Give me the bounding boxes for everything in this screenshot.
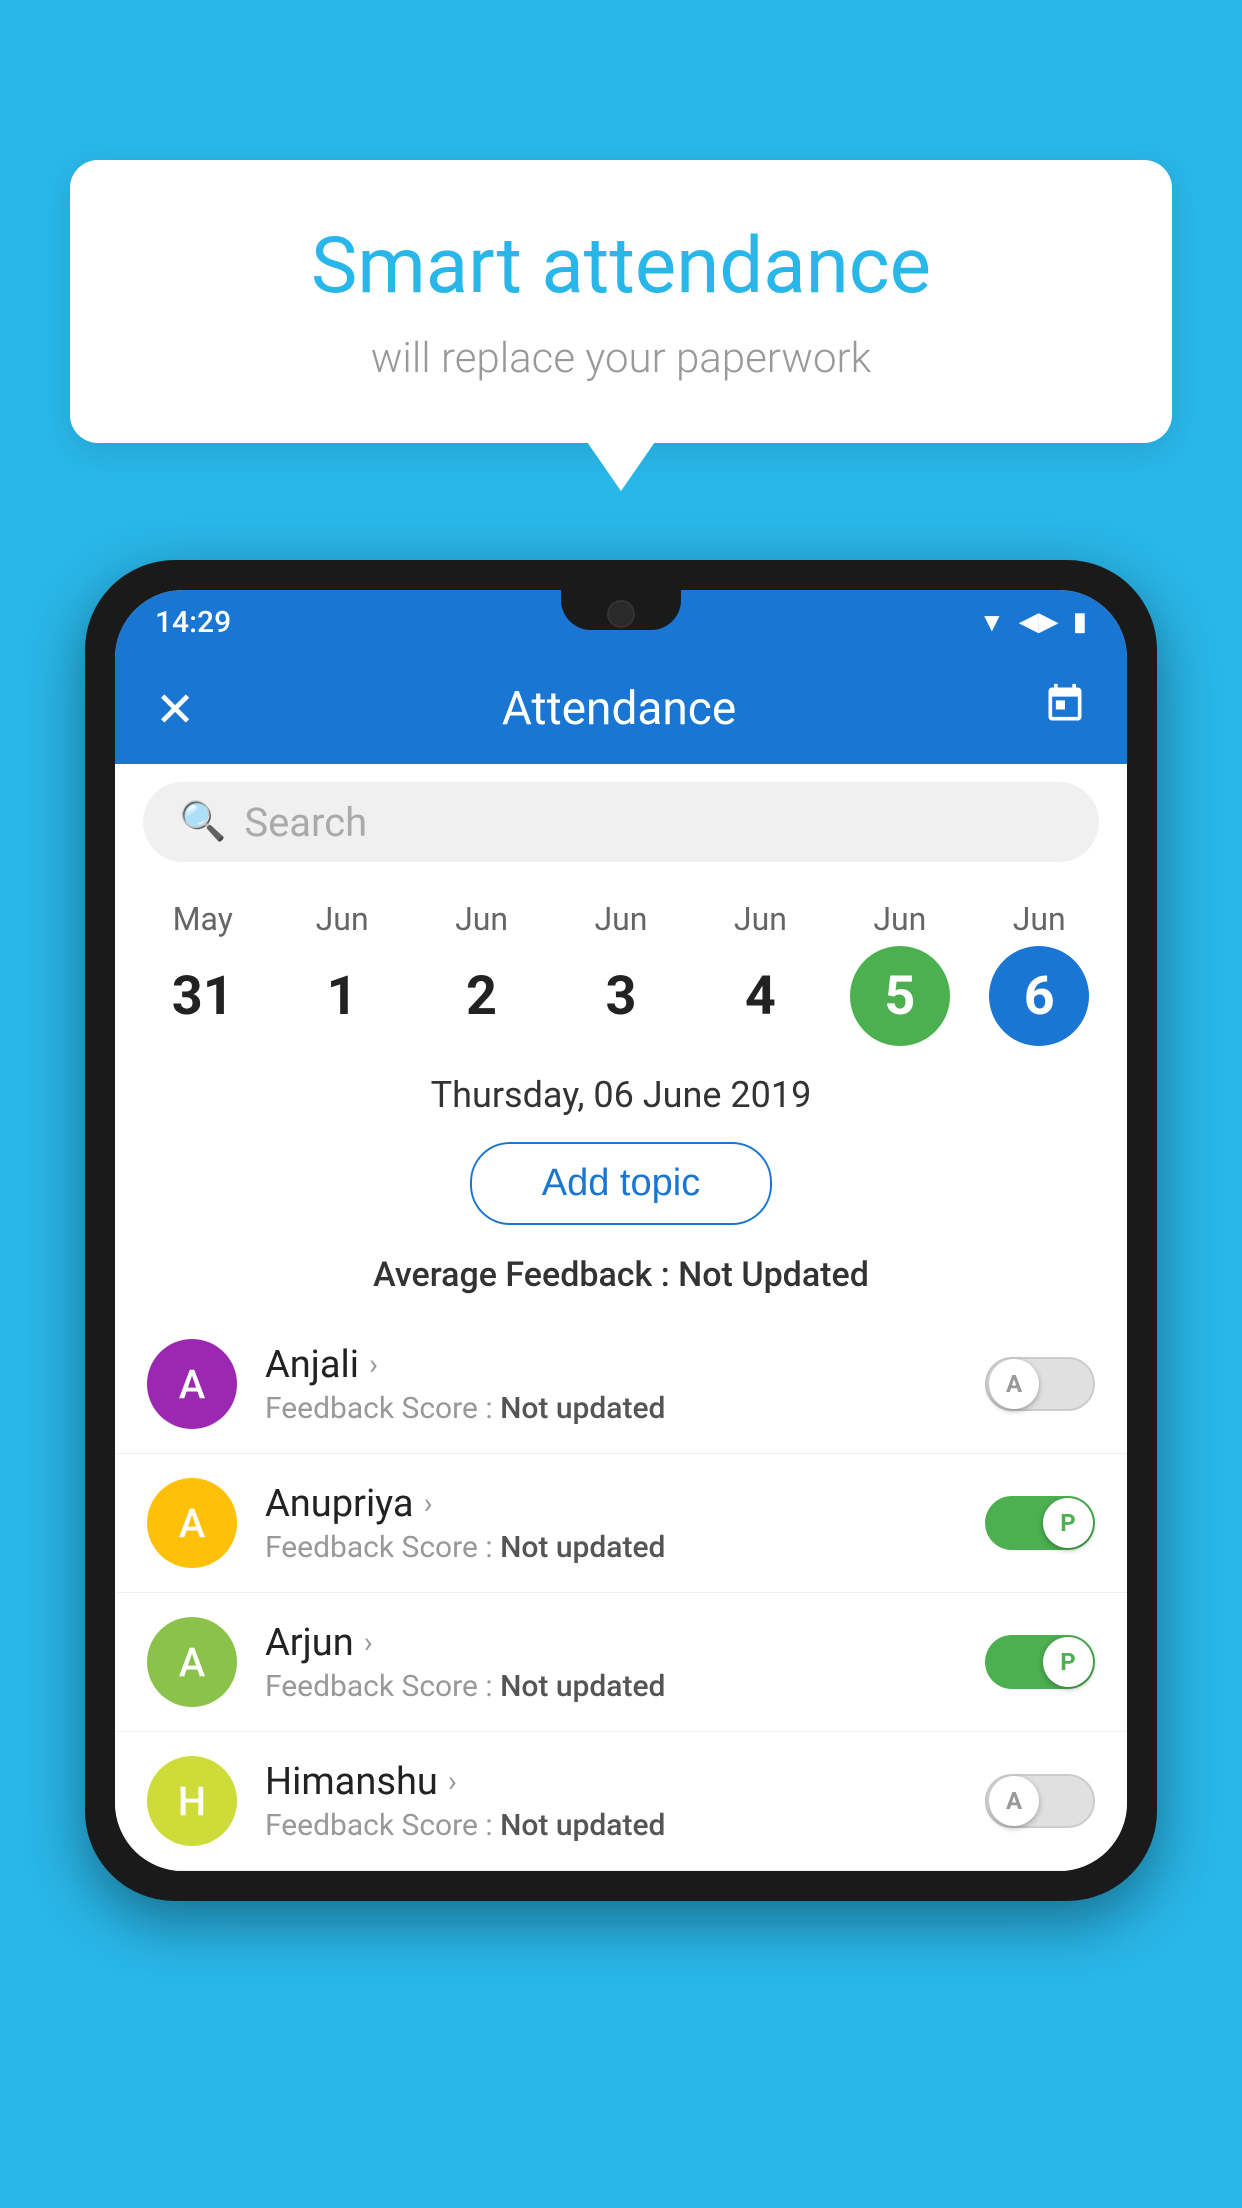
cal-date-number: 3	[571, 946, 671, 1046]
student-feedback: Feedback Score : Not updated	[265, 1530, 957, 1565]
battery-icon: ▮	[1073, 607, 1087, 637]
phone-screen: 14:29 ▼ ◀▶ ▮ ✕ Attendance	[115, 590, 1127, 1871]
attendance-toggle[interactable]: A	[985, 1357, 1095, 1411]
calendar-day-4[interactable]: Jun 4	[691, 900, 830, 1046]
signal-icon: ◀▶	[1019, 607, 1059, 637]
calendar-day-5[interactable]: Jun 5	[830, 900, 969, 1046]
phone-camera	[607, 600, 635, 628]
search-icon: 🔍	[179, 800, 226, 844]
speech-bubble: Smart attendance will replace your paper…	[70, 160, 1172, 443]
cal-date-number: 31	[153, 946, 253, 1046]
search-bar[interactable]: 🔍 Search	[143, 782, 1099, 862]
app-bar-title: Attendance	[195, 682, 1043, 736]
cal-month-label: Jun	[1013, 900, 1066, 938]
cal-date-number: 2	[432, 946, 532, 1046]
avatar: A	[147, 1617, 237, 1707]
student-name[interactable]: Himanshu ›	[265, 1760, 957, 1804]
chevron-icon: ›	[448, 1764, 457, 1799]
toggle-knob: P	[1043, 1498, 1093, 1548]
status-icons: ▼ ◀▶ ▮	[979, 607, 1087, 638]
toggle-knob: P	[1043, 1637, 1093, 1687]
avatar: A	[147, 1339, 237, 1429]
feedback-value: Not updated	[500, 1808, 665, 1843]
student-name[interactable]: Arjun ›	[265, 1621, 957, 1665]
student-info: Himanshu › Feedback Score : Not updated	[265, 1760, 957, 1843]
feedback-value: Not updated	[500, 1530, 665, 1565]
average-feedback-value: Not Updated	[678, 1255, 869, 1295]
phone-notch	[561, 590, 681, 630]
add-topic-button[interactable]: Add topic	[470, 1142, 772, 1225]
student-info: Arjun › Feedback Score : Not updated	[265, 1621, 957, 1704]
average-feedback-row: Average Feedback : Not Updated	[115, 1245, 1127, 1315]
phone-wrapper: 14:29 ▼ ◀▶ ▮ ✕ Attendance	[85, 560, 1157, 2208]
close-button[interactable]: ✕	[155, 681, 195, 738]
cal-month-label: Jun	[594, 900, 647, 938]
student-item: A Arjun › Feedback Score : Not updated P	[115, 1593, 1127, 1732]
student-item: A Anjali › Feedback Score : Not updated A	[115, 1315, 1127, 1454]
calendar-day-31[interactable]: May 31	[133, 900, 272, 1046]
search-placeholder: Search	[244, 799, 367, 846]
calendar-strip: May 31 Jun 1 Jun 2 Jun 3 Jun 4 Jun 5 Jun 6	[115, 880, 1127, 1056]
wifi-icon: ▼	[979, 607, 1005, 638]
attendance-toggle[interactable]: A	[985, 1774, 1095, 1828]
cal-date-number: 5	[850, 946, 950, 1046]
app-bar: ✕ Attendance	[115, 654, 1127, 764]
calendar-icon[interactable]	[1043, 682, 1087, 737]
feedback-value: Not updated	[500, 1669, 665, 1704]
status-time: 14:29	[155, 605, 231, 640]
average-feedback-label: Average Feedback :	[373, 1255, 670, 1295]
student-name[interactable]: Anjali ›	[265, 1343, 957, 1387]
cal-month-label: Jun	[734, 900, 787, 938]
student-feedback: Feedback Score : Not updated	[265, 1391, 957, 1426]
toggle-knob: A	[989, 1776, 1039, 1826]
chevron-icon: ›	[369, 1347, 378, 1382]
student-item: A Anupriya › Feedback Score : Not updated P	[115, 1454, 1127, 1593]
student-list: AAnjali ›Feedback Score : Not updatedAAA…	[115, 1315, 1127, 1871]
feedback-value: Not updated	[500, 1391, 665, 1426]
cal-date-number: 6	[989, 946, 1089, 1046]
avatar: H	[147, 1756, 237, 1846]
attendance-toggle[interactable]: P	[985, 1635, 1095, 1689]
cal-month-label: May	[173, 900, 233, 938]
selected-date-row: Thursday, 06 June 2019	[115, 1056, 1127, 1126]
student-item: H Himanshu › Feedback Score : Not updated A	[115, 1732, 1127, 1871]
bubble-title: Smart attendance	[150, 220, 1092, 314]
bubble-subtitle: will replace your paperwork	[150, 334, 1092, 383]
chevron-icon: ›	[424, 1486, 433, 1521]
cal-month-label: Jun	[873, 900, 926, 938]
cal-date-number: 4	[710, 946, 810, 1046]
calendar-day-1[interactable]: Jun 1	[272, 900, 411, 1046]
phone-outer: 14:29 ▼ ◀▶ ▮ ✕ Attendance	[85, 560, 1157, 1901]
search-container: 🔍 Search	[115, 764, 1127, 880]
calendar-day-2[interactable]: Jun 2	[412, 900, 551, 1046]
calendar-day-6[interactable]: Jun 6	[970, 900, 1109, 1046]
attendance-toggle[interactable]: P	[985, 1496, 1095, 1550]
chevron-icon: ›	[364, 1625, 373, 1660]
toggle-knob: A	[989, 1359, 1039, 1409]
cal-month-label: Jun	[455, 900, 508, 938]
calendar-day-3[interactable]: Jun 3	[551, 900, 690, 1046]
avatar: A	[147, 1478, 237, 1568]
speech-bubble-container: Smart attendance will replace your paper…	[70, 160, 1172, 443]
student-feedback: Feedback Score : Not updated	[265, 1669, 957, 1704]
student-info: Anjali › Feedback Score : Not updated	[265, 1343, 957, 1426]
add-topic-container: Add topic	[115, 1126, 1127, 1245]
cal-date-number: 1	[292, 946, 392, 1046]
student-name[interactable]: Anupriya ›	[265, 1482, 957, 1526]
student-info: Anupriya › Feedback Score : Not updated	[265, 1482, 957, 1565]
cal-month-label: Jun	[316, 900, 369, 938]
student-feedback: Feedback Score : Not updated	[265, 1808, 957, 1843]
